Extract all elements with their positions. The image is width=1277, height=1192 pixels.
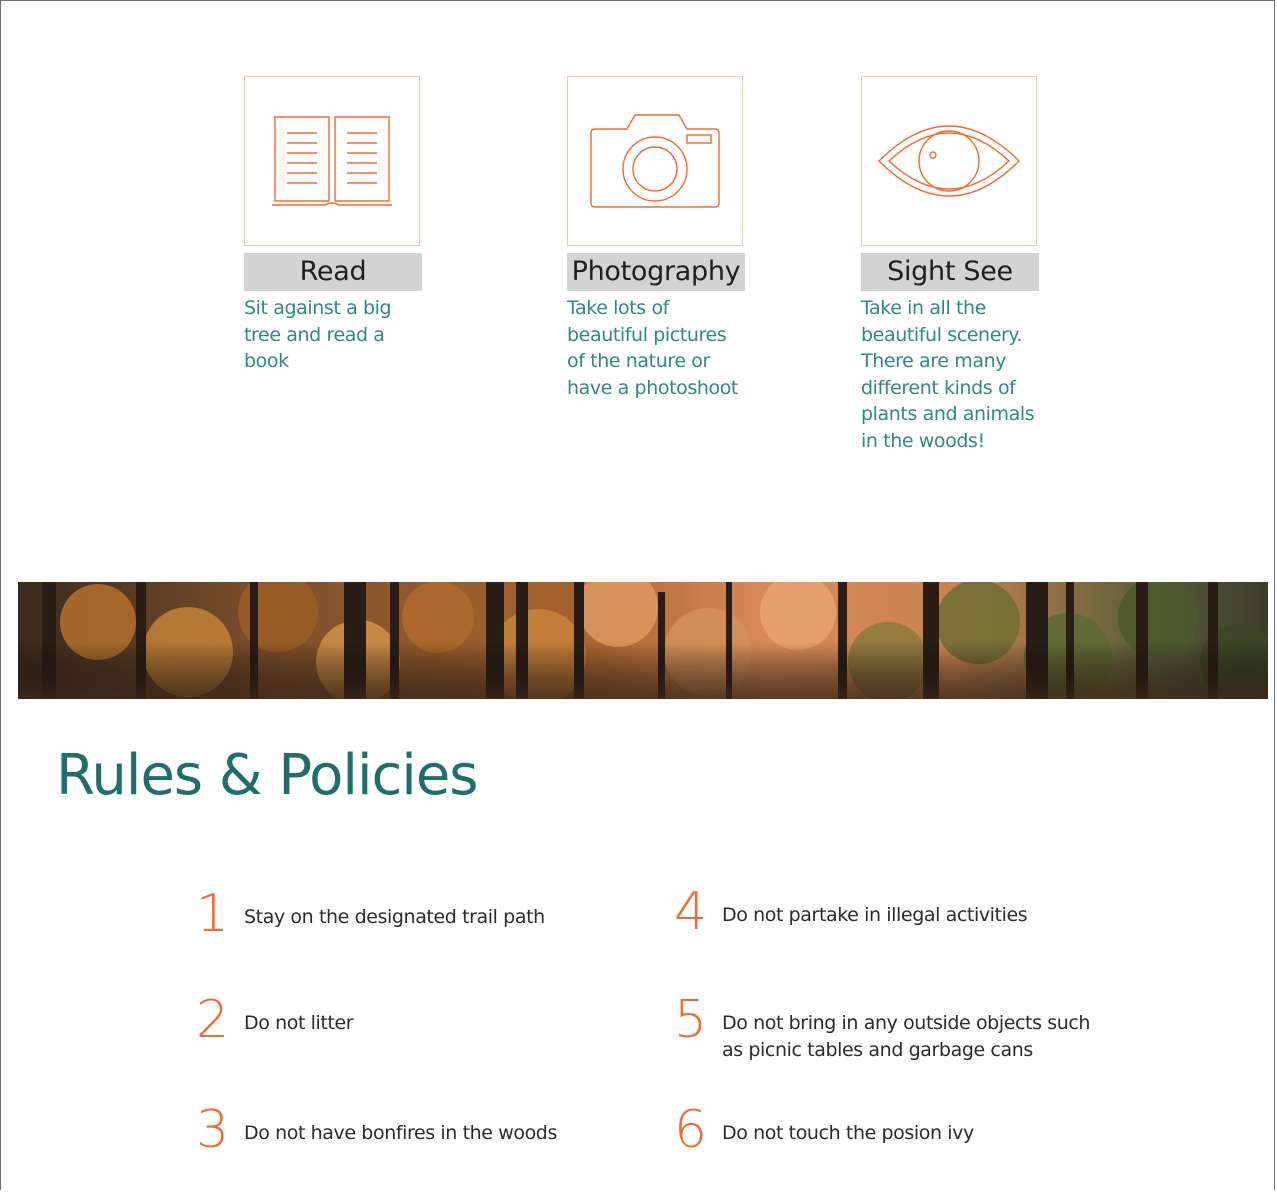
rule-number: 5 — [674, 990, 708, 1050]
rule-item: 3 Do not have bonfires in the woods — [196, 1104, 557, 1156]
icon-box — [567, 76, 743, 246]
rule-item: 5 Do not bring in any outside objects su… — [674, 994, 1104, 1064]
rule-number: 4 — [674, 882, 708, 942]
icon-box — [861, 76, 1037, 246]
rule-text: Do not litter — [244, 1012, 354, 1034]
rule-text: Stay on the designated trail path — [244, 906, 545, 928]
camera-icon — [590, 114, 720, 208]
activity-description: Take lots of beautiful pictures of the n… — [567, 297, 738, 399]
rule-text: Do not touch the posion ivy — [722, 1122, 974, 1144]
activity-card-sight-see: Sight See Take in all the beautiful scen… — [861, 76, 1039, 454]
rule-text: Do not partake in illegal activities — [722, 904, 1028, 926]
rules-section-title: Rules & Policies — [56, 743, 478, 808]
activity-card-read: Read Sit against a big tree and read a b… — [244, 76, 422, 375]
activity-description: Take in all the beautiful scenery. There… — [861, 297, 1035, 452]
activity-label: Sight See — [861, 253, 1039, 291]
rule-number: 3 — [196, 1100, 230, 1160]
rule-item: 6 Do not touch the posion ivy — [674, 1104, 974, 1156]
autumn-forest-banner-image — [18, 582, 1268, 699]
activity-label: Read — [244, 253, 422, 291]
rule-number: 1 — [196, 884, 230, 944]
eye-icon — [878, 125, 1020, 197]
open-book-icon — [272, 116, 392, 206]
rule-item: 4 Do not partake in illegal activities — [674, 882, 1028, 942]
rule-number: 2 — [196, 990, 230, 1050]
icon-box — [244, 76, 420, 246]
rule-text: Do not have bonfires in the woods — [244, 1122, 557, 1144]
rule-item: 1 Stay on the designated trail path — [196, 888, 545, 940]
activity-description: Sit against a big tree and read a book — [244, 297, 392, 372]
rule-number: 6 — [674, 1100, 708, 1160]
activity-card-photography: Photography Take lots of beautiful pictu… — [567, 76, 745, 401]
rule-item: 2 Do not litter — [196, 990, 354, 1050]
rule-text: Do not bring in any outside objects such… — [722, 1012, 1091, 1061]
activity-label: Photography — [567, 253, 745, 291]
